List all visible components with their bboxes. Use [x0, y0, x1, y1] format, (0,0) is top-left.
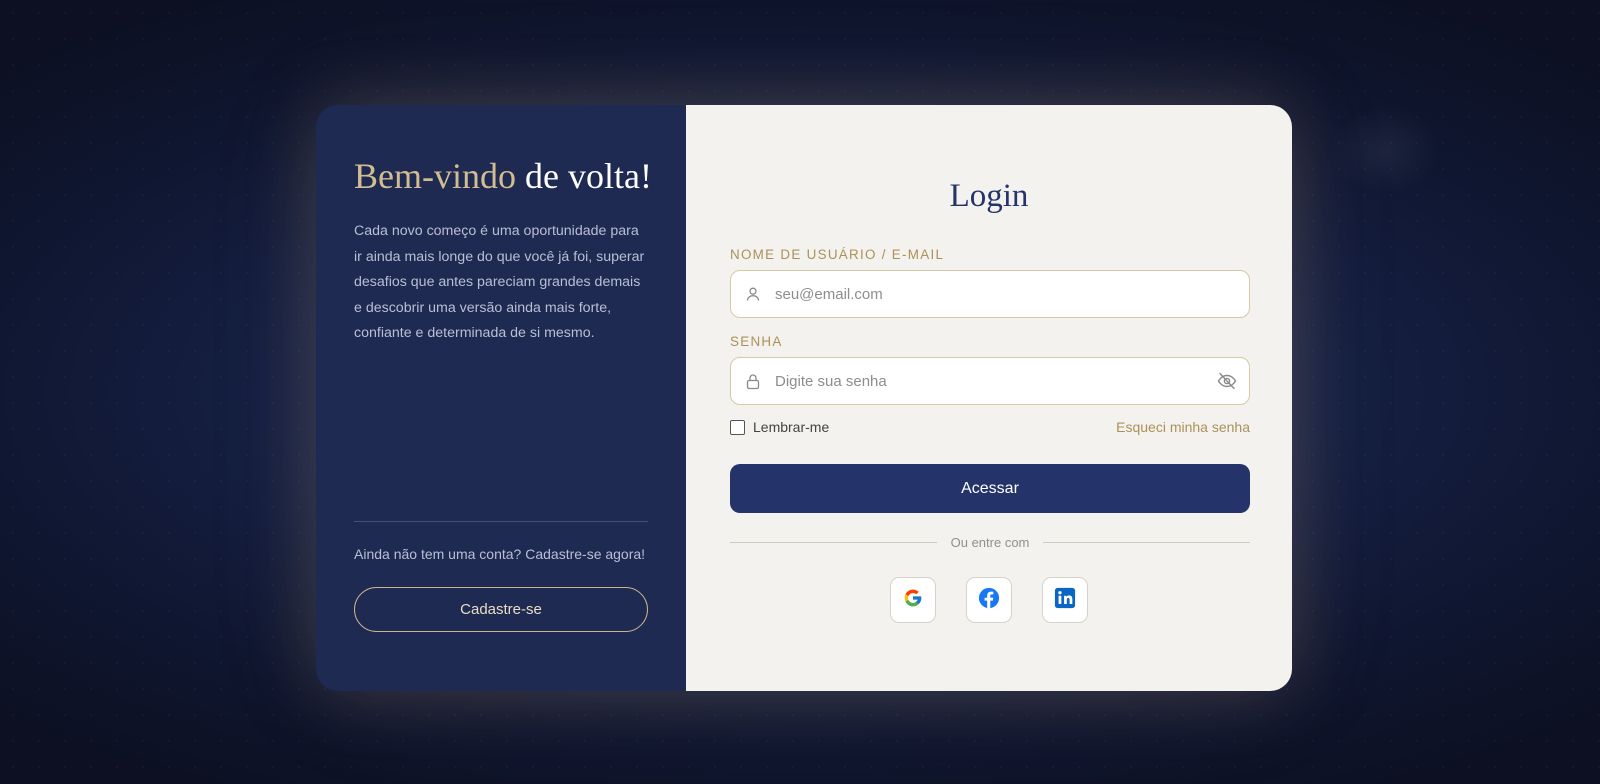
password-label: SENHA — [730, 334, 783, 349]
login-options: Lembrar-me Esqueci minha senha — [730, 418, 1250, 436]
password-field[interactable]: Digite sua senha — [730, 357, 1250, 405]
signup-button[interactable]: Cadastre-se — [354, 587, 648, 632]
remember-label: Lembrar-me — [753, 419, 830, 435]
google-icon — [903, 588, 923, 613]
facebook-icon — [978, 587, 1000, 614]
login-title: Login — [949, 178, 1029, 214]
linkedin-icon — [1054, 587, 1076, 614]
background-glow — [1330, 105, 1440, 195]
social-divider-text: Ou entre com — [950, 534, 1030, 550]
divider — [354, 521, 648, 522]
divider-line-left — [730, 541, 937, 543]
lock-icon — [731, 373, 775, 390]
username-label: NOME DE USUÁRIO / E-MAIL — [730, 247, 945, 262]
signup-prompt: Ainda não tem uma conta? Cadastre-se ago… — [354, 546, 646, 562]
remember-checkbox[interactable] — [730, 419, 745, 435]
welcome-panel: Bem-vindo de volta! Cada novo começo é u… — [316, 105, 686, 691]
username-placeholder: seu@email.com — [775, 285, 883, 303]
welcome-title-highlight: Bem-vindo — [354, 156, 516, 196]
welcome-message: Cada novo começo é uma oportunidade para… — [354, 223, 645, 342]
submit-button[interactable]: Acessar — [730, 464, 1250, 513]
linkedin-login-button[interactable] — [1042, 577, 1088, 623]
user-icon — [731, 286, 775, 302]
login-panel: Login NOME DE USUÁRIO / E-MAIL seu@email… — [686, 105, 1292, 691]
username-field[interactable]: seu@email.com — [730, 270, 1250, 318]
google-login-button[interactable] — [890, 577, 936, 623]
welcome-title: Bem-vindo de volta! — [354, 155, 652, 197]
divider-line-right — [1043, 541, 1251, 543]
forgot-password-link[interactable]: Esqueci minha senha — [1116, 419, 1250, 435]
password-placeholder: Digite sua senha — [775, 372, 887, 390]
facebook-login-button[interactable] — [966, 577, 1012, 623]
login-card: Bem-vindo de volta! Cada novo começo é u… — [316, 105, 1292, 691]
social-divider: Ou entre com — [730, 534, 1251, 550]
remember-me[interactable]: Lembrar-me — [730, 419, 829, 435]
social-login-buttons — [686, 577, 1292, 623]
eye-off-icon[interactable] — [1205, 372, 1249, 390]
welcome-title-rest: de volta! — [524, 156, 652, 196]
